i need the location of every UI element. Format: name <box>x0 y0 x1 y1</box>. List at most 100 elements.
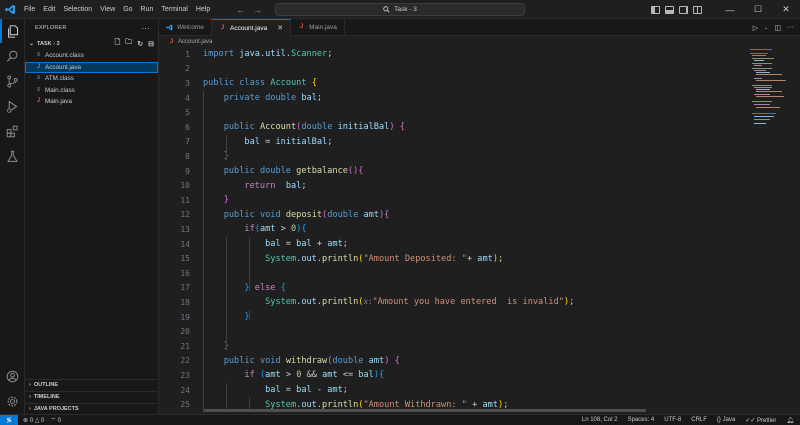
problems-indicator[interactable]: ⊗ 0 △ 0 <box>23 417 44 424</box>
file-item[interactable]: J Account.java <box>25 61 158 73</box>
code-line[interactable]: 21 } <box>159 339 739 354</box>
code-line[interactable]: 19 } <box>159 310 739 325</box>
menu-item-file[interactable]: File <box>20 0 39 19</box>
settings-gear-icon[interactable] <box>0 389 25 413</box>
notifications-bell-icon[interactable]: 🔔︎ <box>786 417 794 424</box>
tab-label: Welcome <box>177 24 204 31</box>
remote-indicator-icon[interactable]: ≶ <box>0 414 18 425</box>
code-line[interactable]: 9 public double getbalance(){ <box>159 164 739 179</box>
search-icon[interactable] <box>0 44 25 68</box>
line-number: 3 <box>185 78 190 88</box>
encoding[interactable]: UTF-8 <box>664 417 681 423</box>
line-number: 8 <box>185 151 190 161</box>
code-line[interactable]: 17 } else { <box>159 281 739 296</box>
ports-indicator[interactable]: ⌔ 0 <box>50 416 61 424</box>
extensions-icon[interactable] <box>0 119 25 143</box>
code-line[interactable]: 20 <box>159 324 739 339</box>
line-ending[interactable]: CRLF <box>691 417 707 423</box>
code-line[interactable]: 10 return bal; <box>159 178 739 193</box>
menu-item-selection[interactable]: Selection <box>59 0 96 19</box>
collapse-all-icon[interactable]: ⊟ <box>148 40 154 48</box>
customize-layout-icon[interactable] <box>693 5 702 14</box>
maximize-button[interactable]: ☐ <box>744 0 772 19</box>
code-line[interactable]: 12 public void deposit(double amt){ <box>159 208 739 223</box>
tab-main-java[interactable]: J Main.java <box>291 19 345 36</box>
vertical-scrollbar[interactable] <box>792 47 800 412</box>
code-line[interactable]: 16 <box>159 266 739 281</box>
run-debug-icon[interactable] <box>0 94 25 118</box>
toggle-secondary-sidebar-icon[interactable] <box>679 5 688 14</box>
menu-item-view[interactable]: View <box>96 0 119 19</box>
new-file-icon[interactable]: 🗋 <box>115 38 121 49</box>
code-line[interactable]: 4 private double bal; <box>159 91 739 106</box>
menu-item-go[interactable]: Go <box>119 0 136 19</box>
menu-item-run[interactable]: Run <box>137 0 158 19</box>
code-line[interactable]: 15 System.out.println("Amount Deposited:… <box>159 251 739 266</box>
line-number: 24 <box>180 385 190 395</box>
language-label: Java <box>722 417 736 423</box>
language-mode[interactable]: {} Java <box>717 417 735 423</box>
source-control-icon[interactable] <box>0 69 25 93</box>
explorer-header: EXPLORER ··· <box>25 19 158 37</box>
minimap[interactable] <box>750 47 790 137</box>
new-folder-icon[interactable]: 🗀 <box>125 38 132 49</box>
refresh-icon[interactable]: ↻ <box>137 40 143 48</box>
menu-item-help[interactable]: Help <box>192 0 214 19</box>
toggle-sidebar-icon[interactable] <box>651 5 660 14</box>
code-line[interactable]: 1 import java.util.Scanner; <box>159 47 739 62</box>
more-actions-icon[interactable]: ··· <box>141 24 150 33</box>
explorer-icon[interactable] <box>0 19 25 43</box>
more-actions-icon[interactable]: ··· <box>787 24 794 31</box>
indent-guide <box>249 236 250 292</box>
menu-item-edit[interactable]: Edit <box>39 0 59 19</box>
java-projects-panel-header[interactable]: › JAVA PROJECTS <box>25 403 158 414</box>
code-line[interactable]: 6 public Account(double initialBal) { <box>159 120 739 135</box>
java-file-icon: J <box>36 63 41 70</box>
code-line[interactable]: 11 } <box>159 193 739 208</box>
code-line[interactable]: 7 bal = initialBal; <box>159 135 739 150</box>
code-line[interactable]: 14 bal = bal + amt; <box>159 237 739 252</box>
close-tab-icon[interactable]: ✕ <box>277 24 283 32</box>
breadcrumb-file[interactable]: Account.java <box>178 39 212 45</box>
indentation[interactable]: Spaces: 4 <box>628 417 655 423</box>
back-arrow-icon[interactable]: ← <box>236 5 245 15</box>
command-center-search[interactable]: Task - 3 <box>275 3 525 16</box>
project-folder-row[interactable]: ⌄ TASK - 3 🗋 🗀 ↻ ⊟ <box>25 37 158 50</box>
code-line[interactable]: 3 public class Account { <box>159 76 739 91</box>
toggle-panel-icon[interactable] <box>665 5 674 14</box>
close-window-button[interactable]: ✕ <box>772 0 800 19</box>
code-line[interactable]: 22 public void withdraw(double amt) { <box>159 354 739 369</box>
minimize-button[interactable]: — <box>716 0 744 19</box>
code-line[interactable]: 13 if(amt > 0){ <box>159 222 739 237</box>
file-name: Account.java <box>45 63 82 71</box>
menu-item-terminal[interactable]: Terminal <box>157 0 191 19</box>
code-line[interactable]: 5 <box>159 105 739 120</box>
forward-arrow-icon[interactable]: → <box>253 5 262 15</box>
code-line[interactable]: 18 System.out.println(x:"Amount you have… <box>159 295 739 310</box>
outline-panel-header[interactable]: › OUTLINE <box>25 379 158 390</box>
timeline-label: TIMELINE <box>33 394 60 400</box>
cursor-position[interactable]: Ln 108, Col 2 <box>582 417 618 423</box>
code-line[interactable]: 2 <box>159 62 739 77</box>
run-icon[interactable]: ▷ <box>753 24 758 32</box>
error-icon: ⊗ <box>23 417 29 424</box>
tab-account-java[interactable]: J Account.java ✕ <box>211 19 292 36</box>
prettier-status[interactable]: ✓✓ Prettier <box>745 417 776 424</box>
line-number: 6 <box>185 122 190 132</box>
tab-welcome[interactable]: Welcome <box>159 19 212 36</box>
account-icon[interactable] <box>0 364 25 388</box>
file-item[interactable]: ≡ ATM.class <box>25 73 158 85</box>
testing-flask-icon[interactable] <box>0 144 25 168</box>
java-file-icon: J <box>36 98 41 105</box>
code-line[interactable]: 23 if (amt > 0 && amt <= bal){ <box>159 368 739 383</box>
file-item[interactable]: ≡ Account.class <box>25 50 158 62</box>
run-dropdown-icon[interactable]: ⌄ <box>764 25 768 31</box>
horizontal-scrollbar[interactable] <box>204 409 646 412</box>
code-editor[interactable]: 1 import java.util.Scanner; 2 3 public class… <box>159 47 739 412</box>
code-line[interactable]: 24 bal = bal - amt; <box>159 383 739 398</box>
file-item[interactable]: ≡ Main.class <box>25 85 158 97</box>
split-editor-icon[interactable]: ◫ <box>774 24 781 32</box>
file-item[interactable]: J Main.java <box>25 96 158 108</box>
timeline-panel-header[interactable]: › TIMELINE <box>25 391 158 402</box>
code-line[interactable]: 8 } <box>159 149 739 164</box>
